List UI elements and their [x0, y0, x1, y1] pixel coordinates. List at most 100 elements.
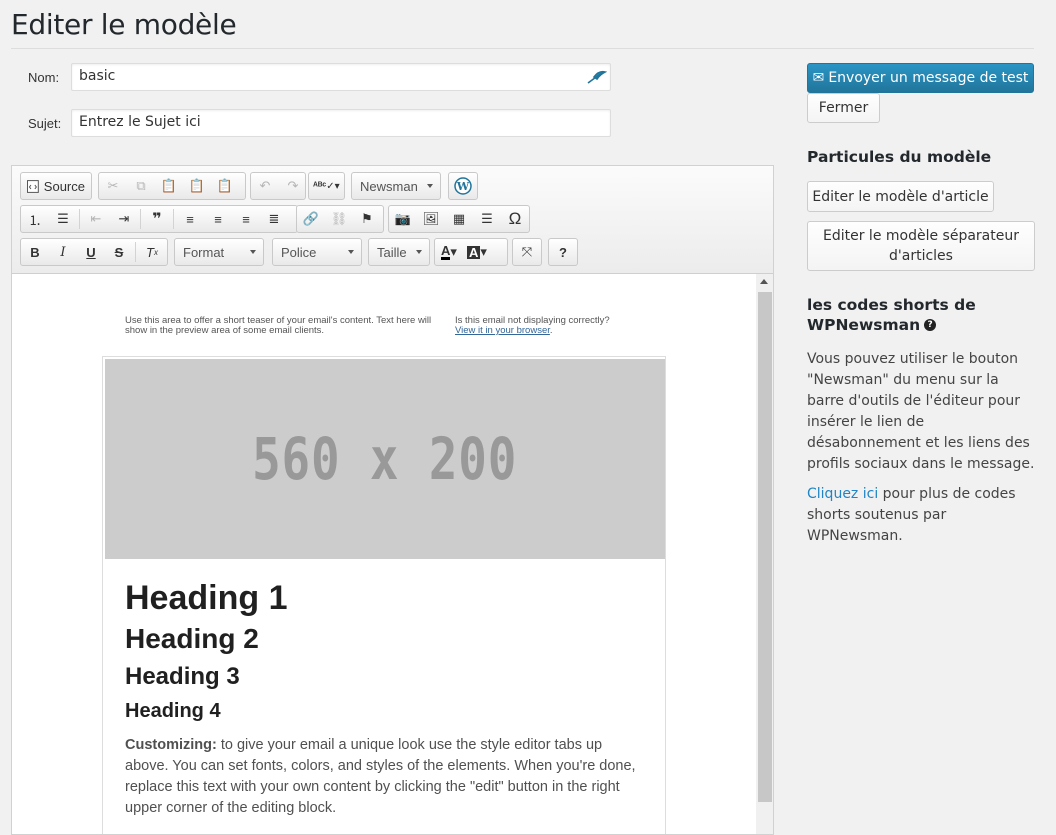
size-label: Taille [377, 244, 407, 260]
background-color-icon[interactable]: A ▾ [463, 239, 491, 265]
align-left-icon[interactable]: ≡ [176, 206, 204, 232]
copy-icon[interactable]: ⧉ [127, 173, 155, 199]
newsman-dropdown[interactable]: Newsman [351, 172, 441, 200]
format-dropdown[interactable]: Format [174, 238, 264, 266]
blockquote-icon[interactable]: ❞ [143, 206, 171, 232]
newsman-label: Newsman [360, 178, 418, 194]
undo-icon[interactable]: ↶ [251, 173, 279, 199]
wordpress-button[interactable]: W [448, 172, 478, 200]
quill-icon[interactable] [585, 67, 607, 87]
shortcodes-title: les codes shorts de WPNewsman? [807, 295, 1027, 335]
font-dropdown[interactable]: Police [272, 238, 362, 266]
bulleted-list-icon[interactable]: ☰ [49, 206, 77, 232]
editor-content[interactable]: Use this area to offer a short teaser of… [12, 274, 756, 834]
maximize-icon: ⤧ [521, 244, 533, 259]
paste-icon[interactable]: 📋 [155, 173, 183, 199]
close-button[interactable]: Fermer [807, 93, 880, 123]
media-icon[interactable]: 📷 [389, 206, 417, 232]
editor-scrollbar[interactable] [756, 274, 773, 834]
close-label: Fermer [818, 100, 869, 116]
click-here-link[interactable]: Cliquez ici [807, 486, 878, 502]
anchor-flag-icon[interactable]: ⚑ [353, 206, 381, 232]
cut-icon[interactable]: ✂ [99, 173, 127, 199]
format-label: Format [183, 244, 225, 260]
link-group: 🔗 ⛓ ⚑ [296, 205, 384, 233]
view-in-browser-link[interactable]: View it in your browser [455, 325, 550, 336]
special-char-icon[interactable]: Ω [501, 206, 529, 232]
svg-text:W: W [456, 180, 470, 193]
heading-2: Heading 2 [125, 623, 259, 654]
unlink-icon[interactable]: ⛓ [325, 206, 353, 232]
size-dropdown[interactable]: Taille [368, 238, 430, 266]
email-body: 560 x 200 Heading 1 Heading 2 Heading 3 … [102, 356, 666, 834]
shortcodes-more: Cliquez ici pour plus de codes shorts so… [807, 484, 1039, 547]
rich-text-editor: Source ✂ ⧉ 📋 📋 📋 ↶ ↷ ᴬᴮᶜ✓▾ Newsman W ⒈ ☰… [11, 165, 774, 835]
page-title: Editer le modèle [11, 8, 237, 41]
remove-format-icon[interactable]: Tx [138, 239, 166, 265]
numbered-list-icon[interactable]: ⒈ [21, 206, 49, 232]
source-label: Source [43, 178, 85, 194]
text-style-group: B I U S Tx [20, 238, 168, 266]
shortcodes-title-text: les codes shorts de WPNewsman [807, 296, 976, 334]
justify-icon[interactable]: ≣ [260, 206, 288, 232]
subject-field[interactable]: Entrez le Sujet ici [71, 109, 611, 137]
image-icon[interactable]: 🖼 [417, 206, 445, 232]
customizing-label: Customizing: [125, 737, 217, 753]
paste-word-icon[interactable]: 📋 [211, 173, 239, 199]
link-icon[interactable]: 🔗 [297, 206, 325, 232]
horizontal-line-icon[interactable]: ☰ [473, 206, 501, 232]
send-test-button[interactable]: ✉ Envoyer un message de test [807, 63, 1034, 93]
banner-placeholder-image: 560 x 200 [105, 359, 665, 559]
insert-group: 📷 🖼 ▦ ☰ Ω [388, 205, 530, 233]
spellcheck-button[interactable]: ᴬᴮᶜ✓▾ [308, 172, 345, 200]
paragraph-group: ⒈ ☰ ⇤ ⇥ ❞ ≡ ≡ ≡ ≣ [20, 205, 298, 233]
source-button[interactable]: Source [20, 172, 92, 200]
text-color-icon[interactable]: A ▾ [435, 239, 463, 265]
scroll-thumb[interactable] [758, 292, 772, 802]
paste-text-icon[interactable]: 📋 [183, 173, 211, 199]
particles-title: Particules du modèle [807, 148, 992, 166]
heading-3: Heading 3 [125, 663, 240, 690]
editor-toolbar: Source ✂ ⧉ 📋 📋 📋 ↶ ↷ ᴬᴮᶜ✓▾ Newsman W ⒈ ☰… [12, 166, 773, 274]
clipboard-group: ✂ ⧉ 📋 📋 📋 [98, 172, 246, 200]
send-test-label: Envoyer un message de test [828, 70, 1029, 86]
subject-label: Sujet: [28, 116, 62, 131]
name-field[interactable]: basic [71, 63, 611, 91]
edit-article-template-button[interactable]: Editer le modèle d'article [807, 181, 994, 212]
italic-icon[interactable]: I [49, 239, 77, 265]
align-right-icon[interactable]: ≡ [232, 206, 260, 232]
heading-1: Heading 1 [125, 579, 288, 617]
redo-icon[interactable]: ↷ [279, 173, 307, 199]
edit-separator-template-button[interactable]: Editer le modèle séparateur d'articles [807, 221, 1035, 271]
name-value: basic [79, 68, 116, 84]
indent-icon[interactable]: ⇥ [110, 206, 138, 232]
source-icon [27, 179, 39, 193]
banner-text: 560 x 200 [252, 425, 518, 493]
preheader-teaser: Use this area to offer a short teaser of… [125, 315, 432, 336]
align-center-icon[interactable]: ≡ [204, 206, 232, 232]
strikethrough-icon[interactable]: S [105, 239, 133, 265]
underline-icon[interactable]: U [77, 239, 105, 265]
help-icon[interactable]: ? [924, 319, 937, 331]
font-label: Police [281, 244, 317, 260]
maximize-button[interactable]: ⤧ [512, 238, 542, 266]
table-icon[interactable]: ▦ [445, 206, 473, 232]
envelope-icon: ✉ [812, 70, 825, 86]
spellcheck-icon: ᴬᴮᶜ✓▾ [313, 180, 340, 192]
preheader-browser-view: Is this email not displaying correctly? … [455, 315, 610, 336]
subject-placeholder: Entrez le Sujet ici [79, 114, 201, 130]
body-paragraph: Customizing: to give your email a unique… [125, 735, 645, 819]
name-label: Nom: [28, 70, 60, 85]
color-group: A ▾ A ▾ [434, 238, 508, 266]
edit-article-label: Editer le modèle d'article [812, 188, 989, 205]
bold-icon[interactable]: B [21, 239, 49, 265]
heading-4: Heading 4 [125, 700, 221, 722]
title-divider [11, 48, 1034, 49]
edit-separator-label: Editer le modèle séparateur d'articles [823, 228, 1019, 264]
outdent-icon[interactable]: ⇤ [82, 206, 110, 232]
shortcodes-description: Vous pouvez utiliser le bouton "Newsman"… [807, 351, 1035, 472]
scroll-up-arrow-icon[interactable] [760, 279, 768, 284]
wordpress-icon: W [449, 173, 477, 199]
help-button[interactable]: ? [548, 238, 578, 266]
help-label: ? [559, 244, 567, 260]
